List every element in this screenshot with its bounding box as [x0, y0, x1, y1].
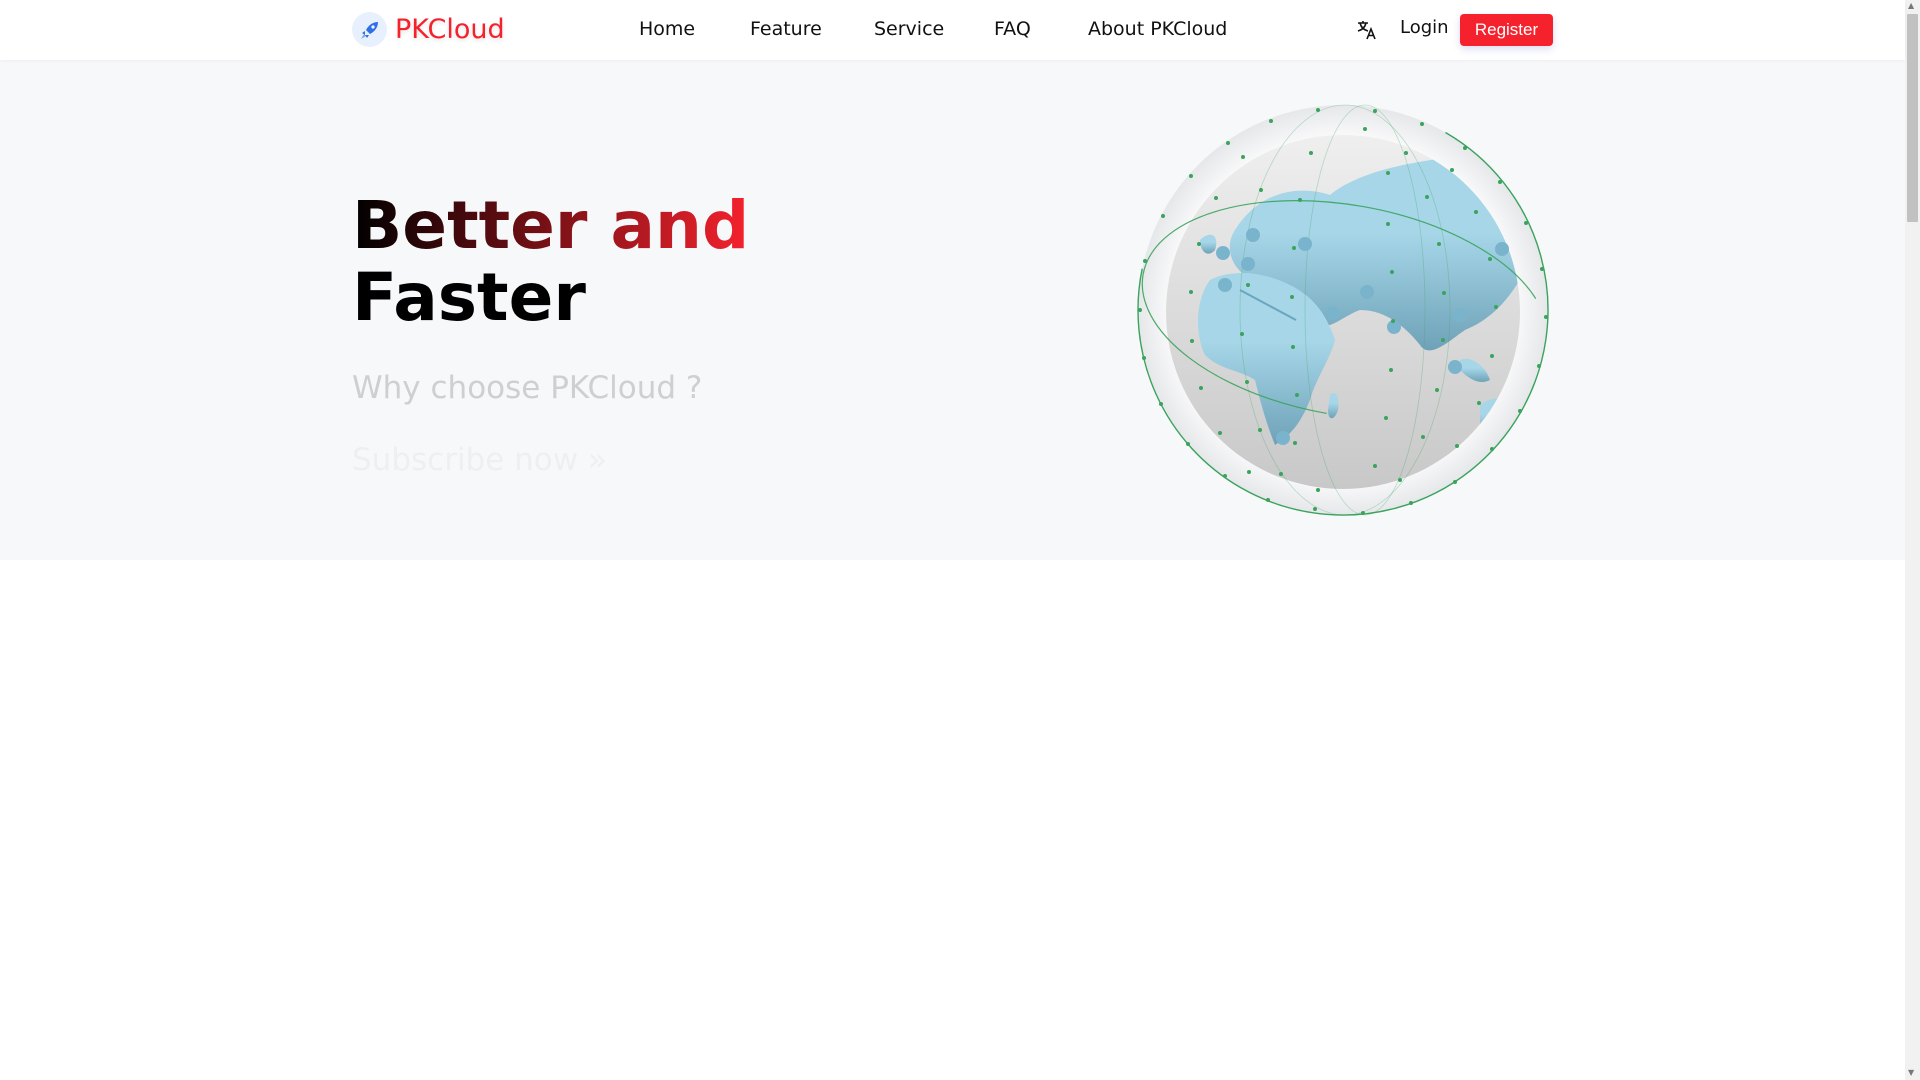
- globe-illustration: [1137, 104, 1549, 516]
- scroll-down-icon[interactable]: ▼: [1908, 1068, 1914, 1077]
- hero-section: [0, 60, 1905, 560]
- nav-home[interactable]: Home: [639, 18, 695, 40]
- hero-title-line2: Faster: [352, 259, 586, 336]
- brand-name: PKCloud: [395, 14, 505, 45]
- translate-icon[interactable]: [1356, 19, 1378, 45]
- nav-feature[interactable]: Feature: [750, 18, 822, 40]
- scroll-up-icon[interactable]: ▲: [1908, 1, 1914, 10]
- nav-about[interactable]: About PKCloud: [1088, 18, 1227, 40]
- rocket-icon: [352, 12, 387, 47]
- subscribe-link[interactable]: Subscribe now »: [352, 442, 607, 478]
- header: PKCloud Home Feature Service FAQ About P…: [0, 0, 1905, 60]
- logo[interactable]: PKCloud: [352, 12, 505, 47]
- hero-subtitle: Why choose PKCloud ?: [352, 370, 703, 406]
- nav-faq[interactable]: FAQ: [994, 18, 1031, 40]
- register-button[interactable]: Register: [1460, 14, 1553, 46]
- hero-title-line1: Better and: [352, 187, 750, 264]
- login-link[interactable]: Login: [1400, 17, 1449, 38]
- scrollbar-thumb[interactable]: [1907, 14, 1918, 222]
- scrollbar[interactable]: ▲ ▼: [1905, 0, 1920, 1080]
- nav-service[interactable]: Service: [874, 18, 944, 40]
